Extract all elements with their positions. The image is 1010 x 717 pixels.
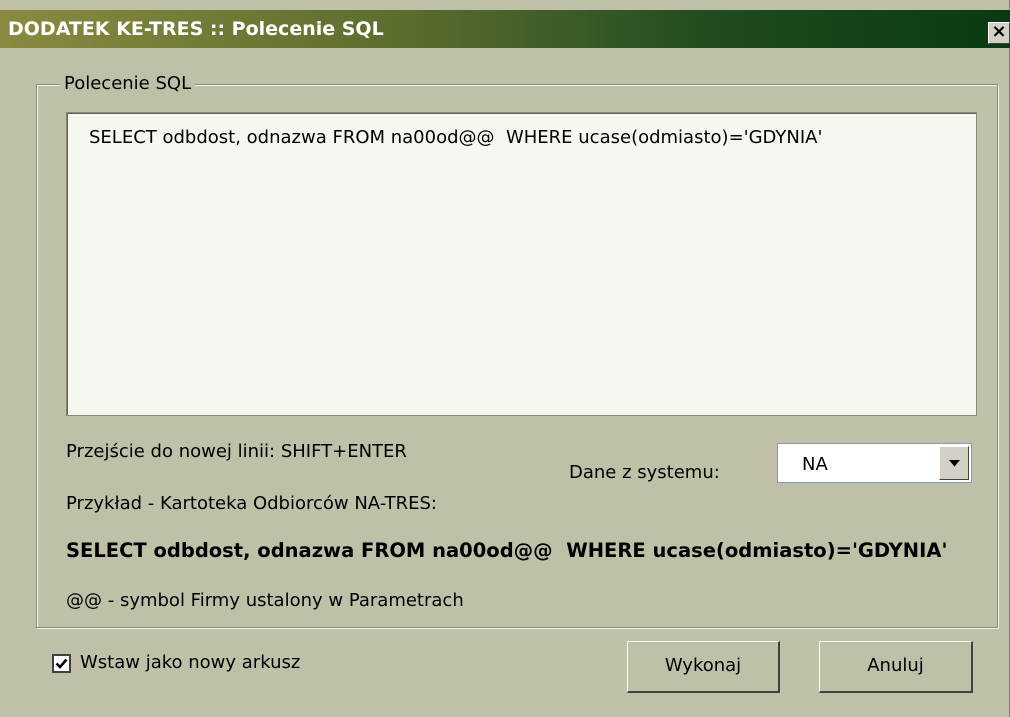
newline-hint: Przejście do nowej linii: SHIFT+ENTER [66, 441, 407, 462]
run-button[interactable]: Wykonaj [627, 641, 780, 693]
system-select-value: NA [802, 454, 828, 475]
groupbox-legend: Polecenie SQL [60, 73, 196, 94]
system-label: Dane z systemu: [569, 462, 720, 483]
window-title: DODATEK KE-TRES :: Polecenie SQL [8, 18, 384, 40]
title-bar[interactable]: DODATEK KE-TRES :: Polecenie SQL × [0, 10, 1010, 48]
system-select[interactable]: NA [777, 443, 972, 483]
example-title: Przykład - Kartoteka Odbiorców NA-TRES: [66, 493, 437, 514]
chevron-down-icon [949, 460, 960, 467]
example-sql: SELECT odbdost, odnazwa FROM na00od@@ WH… [66, 539, 948, 562]
checkmark-icon [55, 658, 68, 669]
system-select-arrow[interactable] [939, 446, 969, 480]
new-sheet-label[interactable]: Wstaw jako nowy arkusz [80, 652, 300, 673]
dialog-window: DODATEK KE-TRES :: Polecenie SQL × Polec… [0, 0, 1010, 717]
sql-editor[interactable]: SELECT odbdost, odnazwa FROM na00od@@ WH… [66, 112, 977, 416]
sql-editor-text: SELECT odbdost, odnazwa FROM na00od@@ WH… [89, 127, 823, 148]
symbol-note: @@ - symbol Firmy ustalony w Parametrach [66, 590, 464, 611]
close-icon: × [991, 21, 1007, 42]
close-button[interactable]: × [988, 22, 1010, 44]
new-sheet-checkbox[interactable] [52, 654, 71, 673]
cancel-button[interactable]: Anuluj [819, 641, 973, 693]
